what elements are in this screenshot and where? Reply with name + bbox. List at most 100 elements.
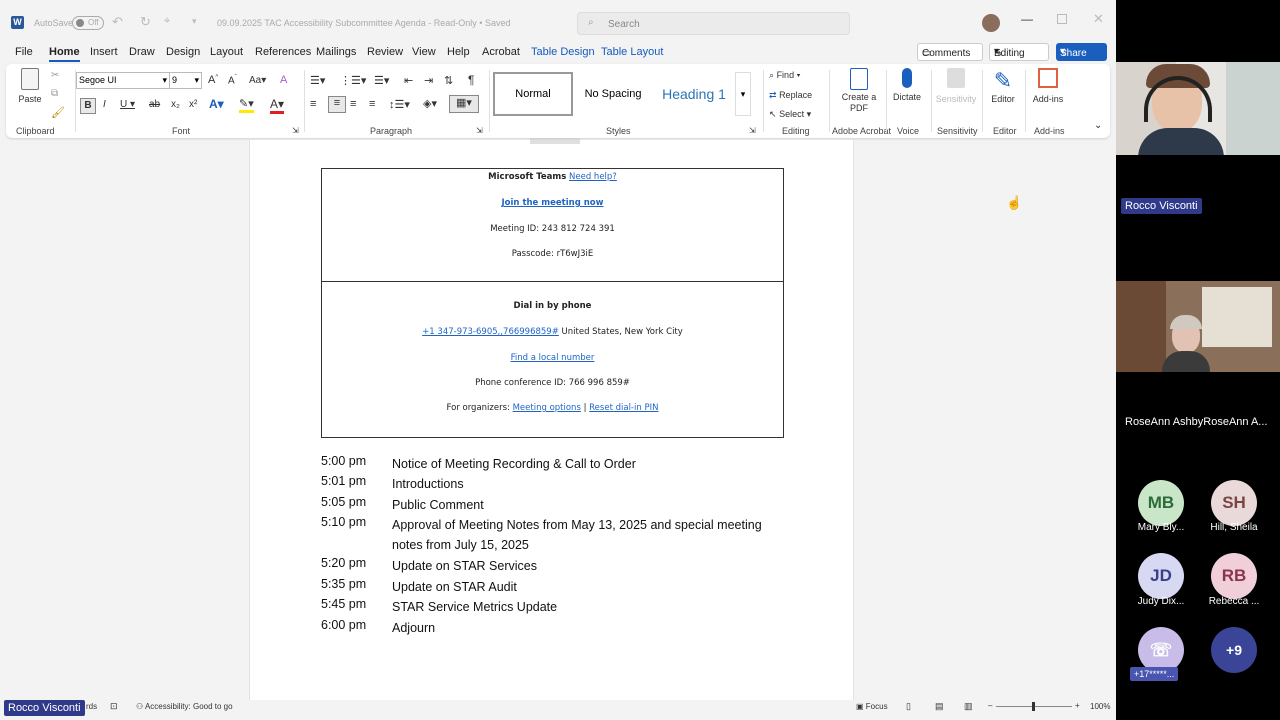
addins-button[interactable]: Add-ins: [1030, 68, 1066, 104]
reset-pin-link[interactable]: Reset dial-in PIN: [589, 403, 658, 413]
tab-table-design[interactable]: Table Design: [531, 46, 595, 58]
focus-button[interactable]: ▣ Focus: [856, 702, 888, 711]
highlight-icon[interactable]: ✎▾: [239, 97, 254, 113]
font-size-box[interactable]: 9 ▾: [169, 72, 202, 89]
cut-icon[interactable]: ✂: [51, 70, 59, 81]
clear-formatting-icon[interactable]: A: [280, 74, 287, 86]
avatar-sh[interactable]: SH: [1211, 480, 1257, 526]
font-dialog-launcher-icon[interactable]: ⇲: [292, 126, 299, 135]
search-box[interactable]: ⌕ Search: [577, 12, 850, 35]
create-pdf-button[interactable]: Create a PDF: [839, 68, 879, 114]
avatar-jd[interactable]: JD: [1138, 553, 1184, 599]
decrease-indent-icon[interactable]: ⇤: [404, 74, 413, 87]
meeting-options-link[interactable]: Meeting options: [513, 403, 581, 413]
redo-icon[interactable]: ↻: [140, 14, 151, 30]
styles-more-icon[interactable]: ▾: [735, 72, 751, 116]
video-tile-participant-2[interactable]: [1116, 281, 1280, 372]
tab-acrobat[interactable]: Acrobat: [482, 46, 520, 58]
read-mode-icon[interactable]: ▯: [906, 701, 911, 712]
align-left-icon[interactable]: ≡: [310, 98, 316, 110]
tab-table-layout[interactable]: Table Layout: [601, 46, 663, 58]
find-local-number-link[interactable]: Find a local number: [511, 353, 595, 363]
avatar-rb[interactable]: RB: [1211, 553, 1257, 599]
print-layout-icon[interactable]: ▤: [935, 701, 944, 712]
undo-icon[interactable]: ↶: [112, 14, 123, 30]
customize-qat-icon[interactable]: ▾: [192, 16, 197, 27]
shading-icon[interactable]: ◈▾: [423, 97, 437, 110]
avatar-mb[interactable]: MB: [1138, 480, 1184, 526]
collapse-ribbon-icon[interactable]: ⌄: [1094, 120, 1102, 131]
format-painter-icon[interactable]: ⌖: [164, 15, 170, 28]
style-heading-1[interactable]: Heading 1: [653, 72, 735, 116]
show-formatting-icon[interactable]: ¶: [468, 73, 474, 87]
tab-references[interactable]: References: [255, 46, 311, 58]
comments-button[interactable]: ▭ Comments: [917, 43, 983, 61]
font-color-icon[interactable]: A▾: [270, 97, 285, 114]
numbering-icon[interactable]: ⋮☰▾: [340, 74, 366, 87]
replace-button[interactable]: ⇄ Replace: [769, 90, 812, 101]
tab-review[interactable]: Review: [367, 46, 403, 58]
line-spacing-icon[interactable]: ↕☰▾: [389, 98, 410, 111]
superscript-icon[interactable]: x²: [189, 99, 197, 110]
proofing-icon[interactable]: ⊡: [110, 701, 118, 712]
borders-icon[interactable]: ▦▾: [449, 95, 479, 113]
find-button[interactable]: ⌕ Find ▾: [769, 70, 800, 81]
editing-mode-button[interactable]: ✎ Editing ▾: [989, 43, 1049, 61]
bullets-icon[interactable]: ☰▾: [310, 74, 325, 87]
need-help-link[interactable]: Need help?: [569, 172, 617, 182]
phone-number-link[interactable]: +1 347-973-6905,,766996859#: [422, 327, 559, 337]
tab-mailings[interactable]: Mailings: [316, 46, 356, 58]
underline-icon[interactable]: U ▾: [120, 99, 135, 110]
autosave-toggle[interactable]: Off: [72, 16, 104, 30]
copy-icon[interactable]: ⧉: [51, 88, 58, 99]
web-layout-icon[interactable]: ▥: [964, 701, 973, 712]
tab-design[interactable]: Design: [166, 46, 200, 58]
font-name-box[interactable]: Segoe UI ▾: [76, 72, 170, 89]
styles-dialog-launcher-icon[interactable]: ⇲: [749, 126, 756, 135]
multilevel-list-icon[interactable]: ☰▾: [374, 74, 389, 87]
increase-indent-icon[interactable]: ⇥: [424, 74, 433, 87]
tab-help[interactable]: Help: [447, 46, 470, 58]
zoom-slider[interactable]: [996, 702, 1072, 711]
restore-icon[interactable]: [1057, 14, 1067, 24]
word-count[interactable]: rds: [86, 702, 97, 711]
sensitivity-button[interactable]: Sensitivity: [934, 68, 978, 104]
paragraph-dialog-launcher-icon[interactable]: ⇲: [476, 126, 483, 135]
tab-layout[interactable]: Layout: [210, 46, 243, 58]
shrink-font-icon[interactable]: Aˇ: [228, 75, 237, 86]
justify-icon[interactable]: ≡: [369, 98, 375, 110]
subscript-icon[interactable]: x₂: [171, 99, 180, 110]
paste-button[interactable]: Paste: [18, 68, 42, 104]
align-center-icon[interactable]: ≡: [328, 96, 346, 113]
zoom-level[interactable]: 100%: [1090, 702, 1110, 711]
video-tile-speaker[interactable]: [1116, 62, 1280, 155]
close-icon[interactable]: ✕: [1093, 11, 1104, 27]
align-right-icon[interactable]: ≡: [350, 98, 356, 110]
select-button[interactable]: ↖ Select ▾: [769, 109, 811, 120]
format-painter-icon[interactable]: 🖌: [51, 106, 65, 119]
tab-insert[interactable]: Insert: [90, 46, 118, 58]
minimize-icon[interactable]: —: [1021, 12, 1033, 26]
style-normal[interactable]: Normal: [493, 72, 573, 116]
tab-home[interactable]: Home: [49, 46, 80, 62]
tab-draw[interactable]: Draw: [129, 46, 155, 58]
share-button[interactable]: ⇪ Share ▾: [1056, 43, 1107, 61]
join-meeting-link[interactable]: Join the meeting now: [502, 198, 604, 208]
strikethrough-icon[interactable]: ab: [149, 99, 160, 110]
tab-file[interactable]: File: [15, 46, 33, 58]
grow-font-icon[interactable]: A^: [208, 74, 218, 86]
accessibility-status[interactable]: ⚇ Accessibility: Good to go: [136, 702, 233, 711]
dictate-button[interactable]: Dictate: [890, 68, 924, 102]
style-no-spacing[interactable]: No Spacing: [573, 72, 653, 116]
bold-icon[interactable]: B: [80, 98, 96, 114]
sort-icon[interactable]: ⇅: [444, 74, 453, 87]
change-case-icon[interactable]: Aa▾: [249, 75, 266, 86]
user-avatar[interactable]: [982, 14, 1000, 32]
zoom-out-icon[interactable]: –: [988, 701, 992, 710]
more-participants-button[interactable]: +9: [1211, 627, 1257, 673]
italic-icon[interactable]: I: [103, 99, 106, 110]
zoom-in-icon[interactable]: +: [1075, 701, 1080, 710]
tab-view[interactable]: View: [412, 46, 436, 58]
editor-button[interactable]: ✎ Editor: [986, 68, 1020, 104]
text-effects-icon[interactable]: A▾: [209, 97, 224, 111]
